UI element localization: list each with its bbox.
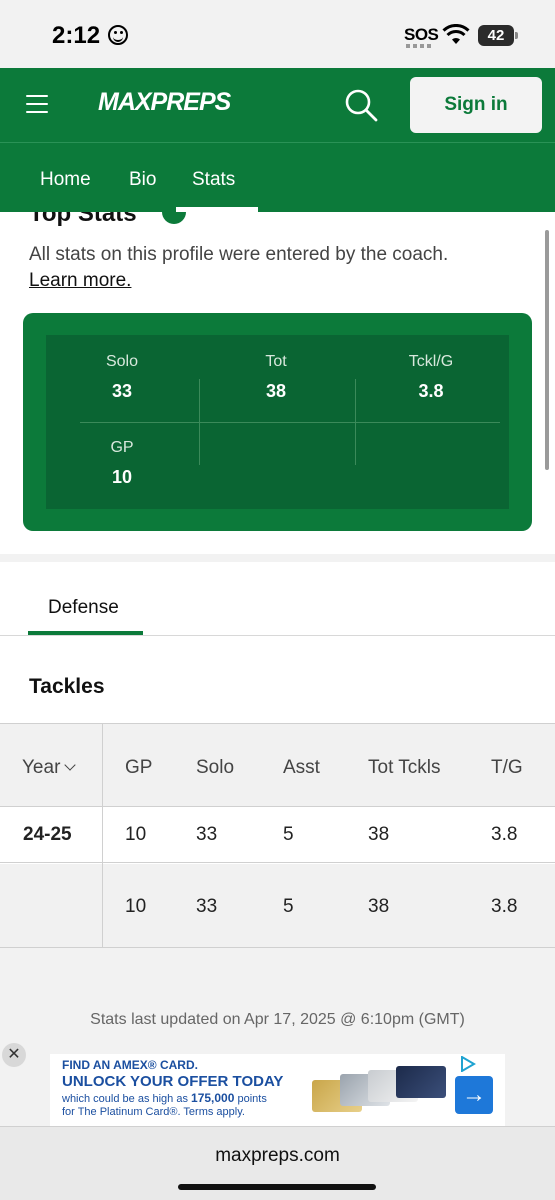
stat-tackles-per-game: Tckl/G 3.8 bbox=[371, 353, 491, 402]
ad-text: points bbox=[237, 1093, 267, 1105]
divider bbox=[0, 635, 555, 636]
column-header: Year bbox=[22, 757, 61, 778]
learn-more-link[interactable]: Learn more. bbox=[29, 270, 131, 291]
close-ad-button[interactable]: ✕ bbox=[2, 1043, 26, 1067]
stat-value: 10 bbox=[111, 467, 133, 487]
cell-year: 24-25 bbox=[23, 824, 72, 845]
cell-asst: 5 bbox=[283, 896, 294, 917]
column-header[interactable]: T/G bbox=[491, 757, 523, 779]
ad-body: which could be as high as 175,000 points… bbox=[62, 1092, 312, 1119]
cell-solo: 33 bbox=[196, 896, 218, 917]
browser-url-bar[interactable]: maxpreps.com bbox=[0, 1126, 555, 1200]
url-text[interactable]: maxpreps.com bbox=[0, 1145, 555, 1167]
maxpreps-logo[interactable]: MAXPREPS bbox=[98, 88, 231, 117]
signal-dots-icon bbox=[406, 44, 434, 48]
column-header[interactable]: Solo bbox=[196, 757, 234, 779]
cell-tg: 3.8 bbox=[491, 824, 518, 845]
sos-indicator: SOS bbox=[404, 25, 439, 44]
tackles-table: Year GP Solo Asst Tot Tckls T/G 24-25 10… bbox=[0, 723, 555, 948]
tab-defense[interactable]: Defense bbox=[48, 597, 119, 619]
tackles-heading: Tackles bbox=[29, 675, 105, 698]
column-header[interactable]: Tot Tckls bbox=[368, 757, 441, 779]
stat-gp: GP 10 bbox=[62, 439, 182, 488]
amex-ad[interactable]: FIND AN AMEX® CARD. UNLOCK YOUR OFFER TO… bbox=[50, 1054, 505, 1126]
ad-line: FIND AN AMEX® CARD. bbox=[62, 1058, 198, 1072]
year-sort-dropdown[interactable]: Year bbox=[22, 757, 77, 779]
stat-label: Tot bbox=[265, 353, 287, 370]
top-stats-title: Top Stats bbox=[29, 212, 137, 227]
hamburger-menu-icon[interactable] bbox=[26, 95, 48, 115]
smiley-icon bbox=[108, 25, 128, 45]
table-row-totals: 10 33 5 38 3.8 bbox=[0, 864, 555, 948]
column-header[interactable]: GP bbox=[125, 757, 152, 779]
cell-asst: 5 bbox=[283, 824, 294, 845]
stat-value: 38 bbox=[265, 381, 287, 401]
cell-solo: 33 bbox=[196, 824, 218, 845]
status-time: 2:12 bbox=[52, 22, 101, 49]
cell-gp: 10 bbox=[125, 896, 147, 917]
status-bar: 2:12 SOS 42 bbox=[0, 0, 555, 68]
cell-tot: 38 bbox=[368, 824, 390, 845]
defense-section: Defense Tackles Year GP Solo Asst Tot Tc… bbox=[0, 562, 555, 948]
column-header[interactable]: Asst bbox=[283, 757, 320, 779]
tab-stats[interactable]: Stats bbox=[192, 169, 235, 191]
notice-text: All stats on this profile were entered b… bbox=[29, 244, 449, 265]
stat-label: Tckl/G bbox=[408, 353, 454, 370]
ad-text: which could be as high as bbox=[62, 1093, 188, 1105]
ad-choices-icon[interactable] bbox=[460, 1056, 476, 1072]
stats-grid: Solo 33 Tot 38 Tckl/G 3.8 GP 10 bbox=[46, 335, 509, 509]
top-stats-card: Top Stats All stats on this profile were… bbox=[0, 212, 555, 554]
cell-tg: 3.8 bbox=[491, 896, 518, 917]
wifi-icon bbox=[442, 24, 470, 44]
scrollbar[interactable] bbox=[545, 230, 549, 470]
ad-headline: UNLOCK YOUR OFFER TODAY bbox=[62, 1073, 284, 1090]
stat-tot: Tot 38 bbox=[216, 353, 336, 402]
table-header: Year GP Solo Asst Tot Tckls T/G bbox=[0, 723, 555, 807]
column-divider bbox=[102, 723, 103, 947]
table-row: 24-25 10 33 5 38 3.8 bbox=[0, 807, 555, 863]
ad-banner-area: ✕ FIND AN AMEX® CARD. UNLOCK YOUR OFFER … bbox=[0, 1038, 555, 1126]
profile-nav: Home Bio Stats bbox=[0, 142, 555, 212]
stat-value: 33 bbox=[111, 381, 133, 401]
grid-divider bbox=[80, 422, 500, 423]
search-icon[interactable] bbox=[344, 88, 378, 122]
stat-solo: Solo 33 bbox=[62, 353, 182, 402]
tab-home[interactable]: Home bbox=[40, 169, 91, 191]
verified-badge-icon bbox=[162, 212, 186, 224]
cell-tot: 38 bbox=[368, 896, 390, 917]
ad-points: 175,000 bbox=[191, 1091, 235, 1105]
chevron-down-icon bbox=[64, 759, 77, 771]
stat-value: 3.8 bbox=[418, 381, 444, 401]
cell-gp: 10 bbox=[125, 824, 147, 845]
sign-in-button[interactable]: Sign in bbox=[410, 77, 542, 133]
arrow-right-icon[interactable]: → bbox=[455, 1076, 493, 1114]
battery-icon: 42 bbox=[478, 25, 518, 46]
ad-text: for The Platinum Card®. Terms apply. bbox=[62, 1106, 245, 1118]
tab-bio[interactable]: Bio bbox=[129, 169, 156, 191]
stats-summary-box: Solo 33 Tot 38 Tckl/G 3.8 GP 10 bbox=[23, 313, 532, 531]
site-header: MAXPREPS Sign in bbox=[0, 68, 555, 142]
coach-entered-notice: All stats on this profile were entered b… bbox=[29, 242, 509, 294]
last-updated-text: Stats last updated on Apr 17, 2025 @ 6:1… bbox=[90, 1011, 465, 1028]
stat-label: Solo bbox=[105, 353, 139, 370]
home-indicator[interactable] bbox=[178, 1184, 376, 1190]
stat-label: GP bbox=[110, 439, 134, 456]
credit-cards-image bbox=[312, 1066, 446, 1116]
